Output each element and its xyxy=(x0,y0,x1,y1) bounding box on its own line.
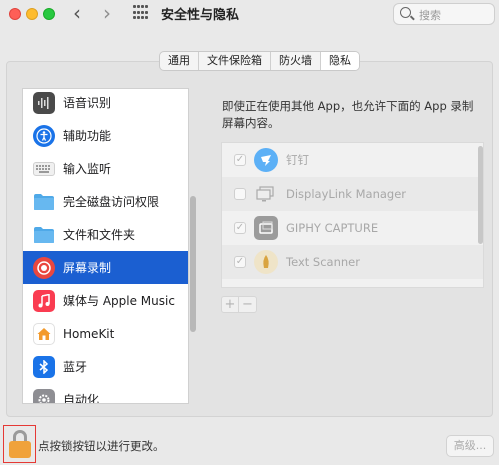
folder-icon xyxy=(33,224,55,246)
app-name: DisplayLink Manager xyxy=(286,187,407,201)
sidebar-item-files-and-folders[interactable]: 文件和文件夹 xyxy=(23,218,188,251)
sidebar-item-accessibility[interactable]: 辅助功能 xyxy=(23,119,188,152)
sidebar-scrollbar[interactable] xyxy=(190,196,196,332)
sidebar-item-label: HomeKit xyxy=(63,326,115,341)
sidebar-item-label: 完全磁盘访问权限 xyxy=(63,195,160,209)
sidebar-item-automation[interactable]: 自动化 xyxy=(23,383,188,404)
tab-bar: 通用 文件保险箱 防火墙 隐私 xyxy=(159,51,360,71)
sidebar-item-homekit[interactable]: HomeKit xyxy=(23,317,188,350)
show-all-grid-icon[interactable] xyxy=(133,5,149,21)
folder-icon xyxy=(33,191,55,213)
sidebar-item-full-disk-access[interactable]: 完全磁盘访问权限 xyxy=(23,185,188,218)
app-name: 钉钉 xyxy=(286,153,309,167)
sidebar-item-speech-recognition[interactable]: 语音识别 xyxy=(23,89,188,119)
sidebar-item-label: 媒体与 Apple Music xyxy=(63,294,175,308)
app-row-partial xyxy=(222,279,483,287)
search-icon xyxy=(400,7,411,18)
dingtalk-icon xyxy=(254,148,278,172)
minimize-window-button[interactable] xyxy=(26,8,38,20)
sidebar-item-label: 屏幕录制 xyxy=(63,261,112,275)
sidebar-item-label: 辅助功能 xyxy=(63,129,112,143)
forward-arrow-icon[interactable]: › xyxy=(96,1,118,25)
sidebar-item-label: 自动化 xyxy=(63,393,100,404)
back-arrow-icon[interactable]: ‹ xyxy=(66,1,88,25)
app-row-displaylink-manager[interactable]: DisplayLink Manager xyxy=(222,177,483,211)
add-remove-control: + − xyxy=(221,296,257,313)
lock-icon[interactable] xyxy=(9,430,31,458)
add-app-button[interactable]: + xyxy=(222,297,239,312)
sidebar-item-screen-recording[interactable]: 屏幕录制 xyxy=(23,251,188,284)
screen-record-icon xyxy=(33,256,55,279)
tab-filevault[interactable]: 文件保险箱 xyxy=(199,52,271,70)
keyboard-icon xyxy=(33,161,55,176)
sidebar-item-media-apple-music[interactable]: 媒体与 Apple Music xyxy=(23,284,188,317)
advanced-button[interactable]: 高级... xyxy=(446,435,494,457)
sidebar-item-label: 文件和文件夹 xyxy=(63,228,136,242)
sidebar-item-label: 蓝牙 xyxy=(63,360,88,374)
text-scanner-icon xyxy=(254,250,278,274)
tab-general[interactable]: 通用 xyxy=(160,52,199,70)
lock-hint-text: 点按锁按钮以进行更改。 xyxy=(38,439,165,453)
sidebar-item-input-monitoring[interactable]: 输入监听 xyxy=(23,152,188,185)
app-name: GIPHY CAPTURE xyxy=(286,221,379,235)
displaylink-icon xyxy=(254,182,278,206)
home-icon xyxy=(33,322,55,345)
search-field[interactable]: 搜索 xyxy=(393,3,495,25)
app-checkbox[interactable]: ✓ xyxy=(234,222,246,234)
waveform-icon xyxy=(33,91,55,114)
privacy-category-list[interactable]: 语音识别 辅助功能 输入监听 完全磁盘访问权限 文件和文件夹 屏幕录制 媒体与 … xyxy=(22,88,189,404)
sidebar-item-bluetooth[interactable]: 蓝牙 xyxy=(23,350,188,383)
tab-firewall[interactable]: 防火墙 xyxy=(271,52,321,70)
app-row-text-scanner[interactable]: ✓ Text Scanner xyxy=(222,245,483,279)
app-name: Text Scanner xyxy=(286,255,360,269)
sidebar-item-label: 输入监听 xyxy=(63,162,112,176)
search-placeholder: 搜索 xyxy=(419,9,441,22)
screen-recording-description: 即使正在使用其他 App，也允许下面的 App 录制屏幕内容。 xyxy=(222,99,474,130)
window-title: 安全性与隐私 xyxy=(161,8,240,23)
app-list[interactable]: ✓ 钉钉 DisplayLink Manager ✓ GIPHY CAPTURE… xyxy=(221,142,484,288)
giphy-icon xyxy=(254,216,278,240)
music-icon xyxy=(33,289,55,312)
sidebar-item-label: 语音识别 xyxy=(63,96,112,110)
accessibility-icon xyxy=(33,124,55,147)
bluetooth-icon xyxy=(33,355,55,378)
title-bar: ‹ › 安全性与隐私 搜索 xyxy=(0,0,499,30)
remove-app-button[interactable]: − xyxy=(239,297,256,312)
close-window-button[interactable] xyxy=(9,8,21,20)
gear-icon xyxy=(33,388,55,403)
zoom-window-button[interactable] xyxy=(43,8,55,20)
app-list-scrollbar[interactable] xyxy=(478,146,483,244)
app-checkbox[interactable] xyxy=(234,188,246,200)
tab-privacy[interactable]: 隐私 xyxy=(321,52,359,70)
app-row-dingtalk[interactable]: ✓ 钉钉 xyxy=(222,143,483,177)
app-checkbox[interactable]: ✓ xyxy=(234,154,246,166)
app-row-giphy-capture[interactable]: ✓ GIPHY CAPTURE xyxy=(222,211,483,245)
app-checkbox[interactable]: ✓ xyxy=(234,256,246,268)
